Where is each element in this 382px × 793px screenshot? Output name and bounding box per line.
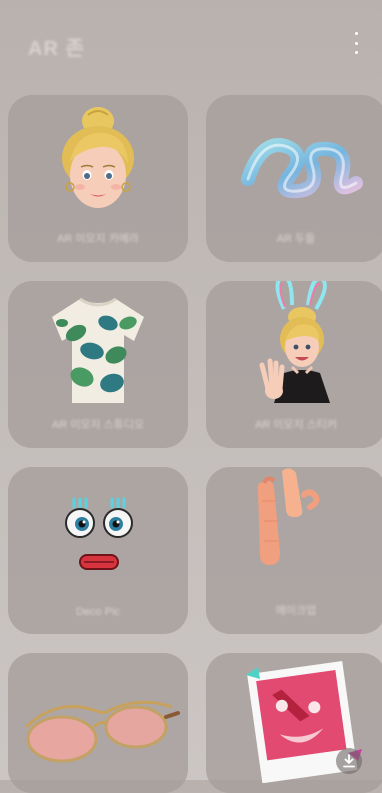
card-label: AR 이모지 스티커: [254, 419, 338, 431]
card-label: AR 이모지 카메라: [56, 233, 140, 245]
avatar-waving-icon: [259, 281, 330, 403]
card-label: 메이크업: [275, 605, 317, 617]
avatar-face-icon: [62, 107, 134, 208]
card-label: AR 두들: [276, 233, 316, 245]
card-makeup[interactable]: 메이크업: [206, 467, 382, 634]
card-ar-emoji-stickers[interactable]: AR 이모지 스티커: [206, 281, 382, 448]
neon-scribble-icon: [241, 138, 363, 199]
cartoon-eyes-icon: [65, 497, 133, 570]
download-icon[interactable]: [336, 748, 362, 774]
download-arrow-icon: [343, 754, 355, 768]
makeup-swatches-icon: [257, 468, 320, 565]
card-ar-doodle[interactable]: AR 두들: [206, 95, 382, 262]
card-ar-emoji-camera[interactable]: AR 이모지 카메라: [8, 95, 188, 262]
feature-grid: AR 이모지 카메라 AR 두들 AR 이모지 스튜디오 AR 이모지 스티커 …: [0, 0, 382, 793]
card-label: Deco Pic: [75, 606, 121, 618]
card-sunglasses[interactable]: [8, 653, 188, 793]
card-deco-pic[interactable]: Deco Pic: [8, 467, 188, 634]
tropical-shirt-icon: [52, 297, 144, 403]
card-label: AR 이모지 스튜디오: [51, 419, 145, 431]
sunglasses-icon: [24, 700, 180, 763]
card-ar-emoji-studio[interactable]: AR 이모지 스튜디오: [8, 281, 188, 448]
